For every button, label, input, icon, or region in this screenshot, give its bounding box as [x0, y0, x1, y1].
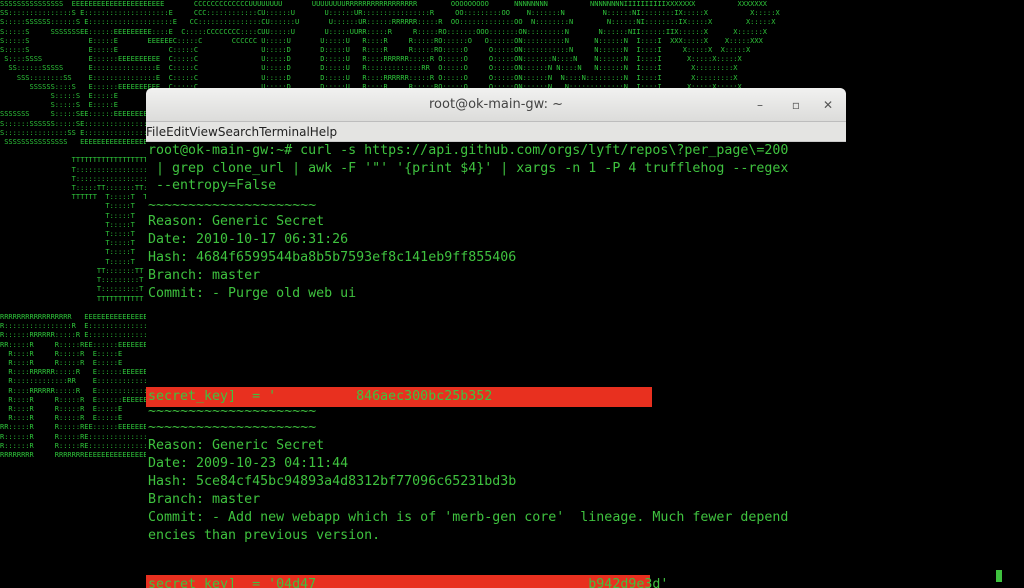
terminal-cursor — [996, 570, 1002, 582]
terminal-line: Date: 2009-10-23 04:11:44 — [148, 456, 349, 471]
menu-help[interactable]: Help — [310, 122, 337, 142]
terminal-line: ~~~~~~~~~~~~~~~~~~~~~ — [148, 198, 317, 213]
terminal-line: ~~~~~~~~~~~~~~~~~~~~~ — [148, 420, 317, 435]
menu-file[interactable]: File — [146, 122, 166, 142]
title-bar[interactable]: root@ok-main-gw: ~ – ▫ ✕ — [146, 88, 846, 122]
terminal-line: root@ok-main-gw:~# curl -s https://api.g… — [148, 143, 789, 158]
window-title: root@ok-main-gw: ~ — [429, 97, 563, 112]
terminal-line: Commit: - Purge old web ui — [148, 286, 357, 301]
terminal-line: Hash: 4684f6599544ba8b5b7593ef8c141eb9ff… — [148, 250, 517, 265]
close-button[interactable]: ✕ — [819, 96, 837, 114]
minimize-button[interactable]: – — [751, 96, 769, 114]
menu-edit[interactable]: Edit — [166, 122, 189, 142]
terminal-line: | grep clone_url | awk -F '"' '{print $4… — [148, 161, 789, 176]
terminal-line: Reason: Generic Secret — [148, 438, 325, 453]
terminal-line: Hash: 5ce84cf45bc94893a4d8312bf77096c652… — [148, 474, 517, 489]
menu-terminal[interactable]: Terminal — [259, 122, 310, 142]
menu-view[interactable]: View — [189, 122, 217, 142]
terminal-line: Date: 2010-10-17 06:31:26 — [148, 232, 349, 247]
terminal-output[interactable]: root@ok-main-gw:~# curl -s https://api.g… — [146, 142, 846, 588]
terminal-line: Reason: Generic Secret — [148, 214, 325, 229]
menu-bar: FileEditViewSearchTerminalHelp — [146, 122, 846, 142]
maximize-button[interactable]: ▫ — [787, 96, 805, 114]
menu-search[interactable]: Search — [218, 122, 259, 142]
terminal-line: ~~~~~~~~~~~~~~~~~~~~~ — [148, 404, 317, 419]
terminal-line: secret_key] = '04d47 b942d9e3d' — [148, 577, 669, 588]
terminal-line: Branch: master — [148, 492, 261, 507]
terminal-window[interactable]: root@ok-main-gw: ~ – ▫ ✕ FileEditViewSea… — [146, 88, 846, 588]
terminal-line: Branch: master — [148, 268, 261, 283]
terminal-line: Commit: - Add new webapp which is of 'me… — [148, 510, 789, 525]
terminal-line: encies than previous version. — [148, 528, 381, 543]
terminal-line: --entropy=False — [148, 178, 277, 193]
